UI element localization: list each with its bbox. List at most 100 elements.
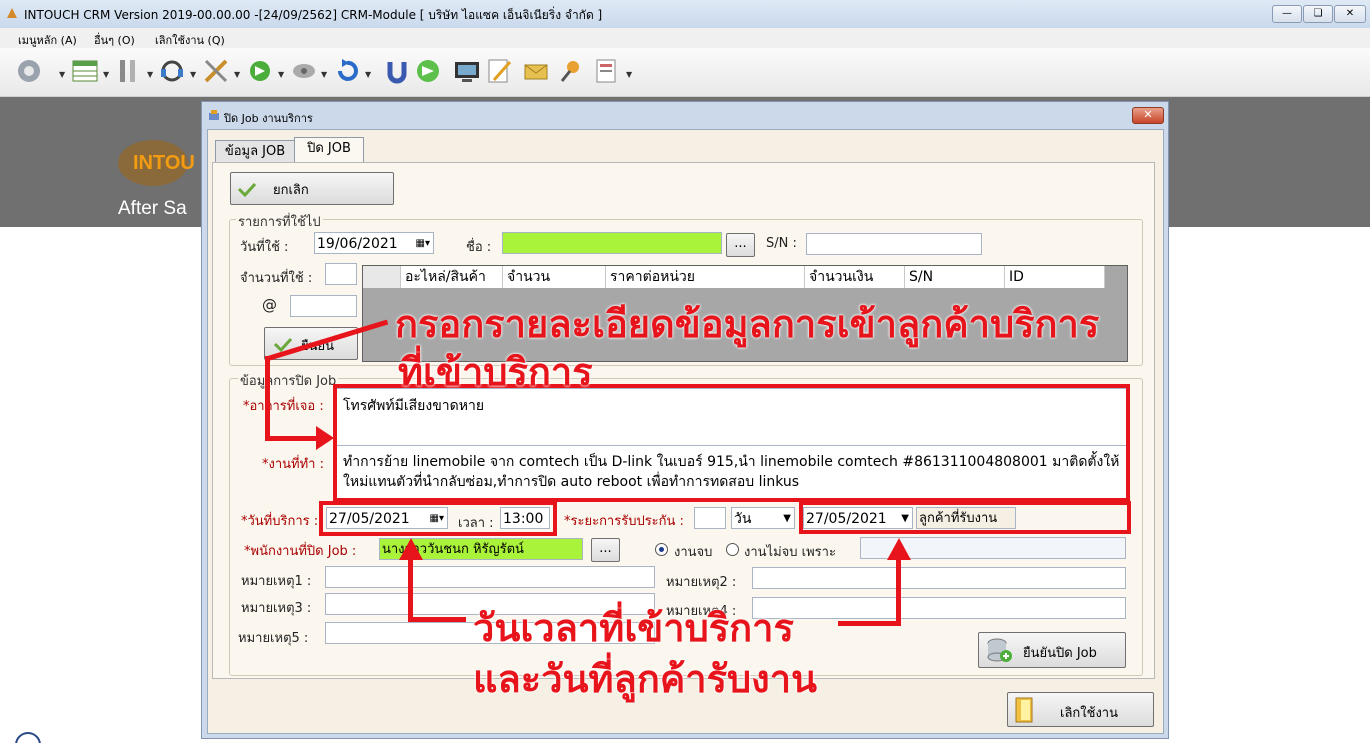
dialog-titlebar: ปิด Job งานบริการ ✕ — [202, 102, 1168, 128]
dialog-icon — [209, 110, 219, 120]
grid-col-sn[interactable]: S/N — [905, 266, 1005, 288]
annotation-text-datetime-line2: และวันที่ลูกค้ารับงาน — [473, 657, 818, 701]
magnet-icon[interactable] — [382, 56, 412, 86]
warranty-label: *ระยะการรับประกัน : — [564, 514, 684, 529]
app-icon — [7, 8, 17, 18]
sn-label: S/N : — [766, 236, 797, 251]
annotation-arrowhead-right — [316, 426, 334, 450]
chevron-down-icon[interactable]: ▼ — [783, 508, 791, 528]
tab-close-job[interactable]: ปิด JOB — [294, 137, 364, 163]
dialog-title: ปิด Job งานบริการ — [224, 112, 313, 125]
dropdown-arrow-icon[interactable]: ▼ — [365, 70, 371, 79]
exit-label: เลิกใช้งาน — [1060, 706, 1118, 721]
grid-col-unit-price[interactable]: ราคาต่อหน่วย — [606, 266, 805, 288]
grid-col-qty[interactable]: จำนวน — [503, 266, 606, 288]
date-used-value: 19/06/2021 — [317, 236, 398, 252]
dialog-close-button[interactable]: ✕ — [1132, 107, 1164, 124]
pin-icon[interactable] — [556, 56, 586, 86]
monitor-icon[interactable] — [452, 56, 482, 86]
used-items-legend: รายการที่ใช้ไป — [236, 211, 323, 232]
warranty-unit-select[interactable]: วัน ▼ — [731, 507, 795, 529]
warranty-input[interactable] — [694, 507, 726, 529]
confirm-close-job-button[interactable]: ยืนยันปิด Job — [978, 632, 1126, 668]
note2-label: หมายเหตุ2 : — [666, 575, 737, 590]
dropdown-arrow-icon[interactable]: ▼ — [59, 70, 65, 79]
note2-input[interactable] — [752, 567, 1126, 589]
date-used-label: วันที่ใช้ : — [240, 240, 289, 255]
dropdown-arrow-icon[interactable]: ▼ — [234, 70, 240, 79]
menu-other[interactable]: อื่นๆ (O) — [94, 31, 135, 49]
date-used-picker[interactable]: 19/06/2021 ▦▾ — [314, 232, 434, 254]
window-titlebar: INTOUCH CRM Version 2019-00.00.00 -[24/0… — [0, 0, 1370, 28]
qty-used-label: จำนวนที่ใช้ : — [240, 271, 313, 286]
annotation-line-left-vertical — [408, 556, 413, 622]
radio-selected-dot — [659, 547, 664, 552]
dropdown-arrow-icon[interactable]: ▼ — [626, 70, 632, 79]
menu-quit[interactable]: เลิกใช้งาน (Q) — [155, 31, 225, 49]
dropdown-arrow-icon[interactable]: ▼ — [103, 70, 109, 79]
dropdown-arrow-icon[interactable]: ▼ — [147, 70, 153, 79]
dropdown-arrow-icon[interactable]: ▼ — [321, 70, 327, 79]
edit-icon[interactable] — [484, 56, 514, 86]
radio-done[interactable] — [655, 543, 668, 556]
at-label: @ — [262, 296, 277, 314]
annotation-line-left-horizontal — [408, 617, 466, 622]
corner-circle-icon — [15, 732, 41, 743]
unit-price-input[interactable] — [290, 295, 357, 317]
green-arrow-icon[interactable] — [413, 56, 443, 86]
confirm-close-job-label: ยืนยันปิด Job — [1023, 646, 1097, 661]
note1-input[interactable] — [325, 566, 655, 588]
dropdown-arrow-icon[interactable]: ▼ — [278, 70, 284, 79]
close-window-button[interactable]: ✕ — [1334, 5, 1366, 23]
radio-done-label: งานจบ — [674, 545, 713, 560]
annotation-arrow-horizontal — [265, 436, 320, 441]
headset-icon[interactable] — [157, 56, 187, 86]
note3-label: หมายเหตุ3 : — [241, 601, 312, 616]
work-done-label: *งานที่ทำ : — [262, 457, 324, 472]
envelope-icon[interactable] — [522, 56, 552, 86]
dropdown-arrow-icon[interactable]: ▼ — [190, 70, 196, 79]
staff-label: *พนักงานที่ปิด Job : — [244, 544, 357, 559]
radio-not-done-label: งานไม่จบ เพราะ — [744, 545, 836, 560]
annotation-text-details-line2: ที่เข้าบริการ — [398, 350, 593, 394]
grid-col-id[interactable]: ID — [1005, 266, 1105, 288]
note4-input[interactable] — [752, 597, 1126, 619]
cancel-label: ยกเลิก — [273, 183, 309, 198]
menu-main[interactable]: เมนูหลัก (A) — [18, 31, 77, 49]
qty-used-input[interactable] — [325, 263, 357, 285]
gear-icon[interactable] — [14, 56, 44, 86]
undo-icon[interactable] — [332, 56, 362, 86]
cancel-button[interactable]: ยกเลิก — [230, 172, 394, 205]
radio-not-done[interactable] — [726, 543, 739, 556]
checkmark-icon — [237, 182, 257, 197]
menu-bar: เมนูหลัก (A) อื่นๆ (O) เลิกใช้งาน (Q) — [0, 28, 1370, 48]
satellite-icon[interactable] — [289, 56, 319, 86]
grid-col-part[interactable]: อะไหล่/สินค้า — [401, 266, 503, 288]
tools-icon[interactable] — [113, 56, 143, 86]
restore-button[interactable]: ❏ — [1303, 5, 1333, 23]
item-browse-button[interactable]: ... — [726, 233, 755, 257]
table-icon[interactable] — [70, 56, 100, 86]
toolbar: ▼ ▼ ▼ ▼ ▼ ▼ ▼ ▼ ▼ — [0, 48, 1370, 143]
name-label: ชื่อ : — [466, 240, 492, 255]
service-date-label: *วันที่บริการ : — [241, 514, 319, 529]
minimize-button[interactable]: — — [1272, 5, 1302, 23]
report-icon[interactable] — [592, 56, 622, 86]
calendar-dropdown-icon[interactable]: ▦▾ — [416, 233, 430, 253]
door-exit-icon — [1015, 697, 1033, 723]
symptom-label: *อาการที่เจอ : — [243, 399, 324, 414]
logo-text: INTOU — [133, 152, 195, 174]
exit-button[interactable]: เลิกใช้งาน — [1007, 692, 1154, 727]
wrench-icon[interactable] — [201, 56, 231, 86]
staff-browse-button[interactable]: ... — [591, 538, 620, 562]
grid-col-amount[interactable]: จำนวนเงิน — [805, 266, 905, 288]
annotation-arrow-vertical — [265, 356, 270, 439]
refresh-arrow-icon[interactable] — [245, 56, 275, 86]
note1-label: หมายเหตุ1 : — [241, 574, 312, 589]
tab-job-info[interactable]: ข้อมูล JOB — [215, 140, 295, 163]
sn-input[interactable] — [806, 233, 982, 255]
annotation-box-customer-date — [799, 501, 1131, 534]
item-name-field[interactable] — [502, 232, 722, 254]
grid-col-select — [363, 266, 401, 288]
annotation-line-right-horizontal — [838, 621, 901, 626]
